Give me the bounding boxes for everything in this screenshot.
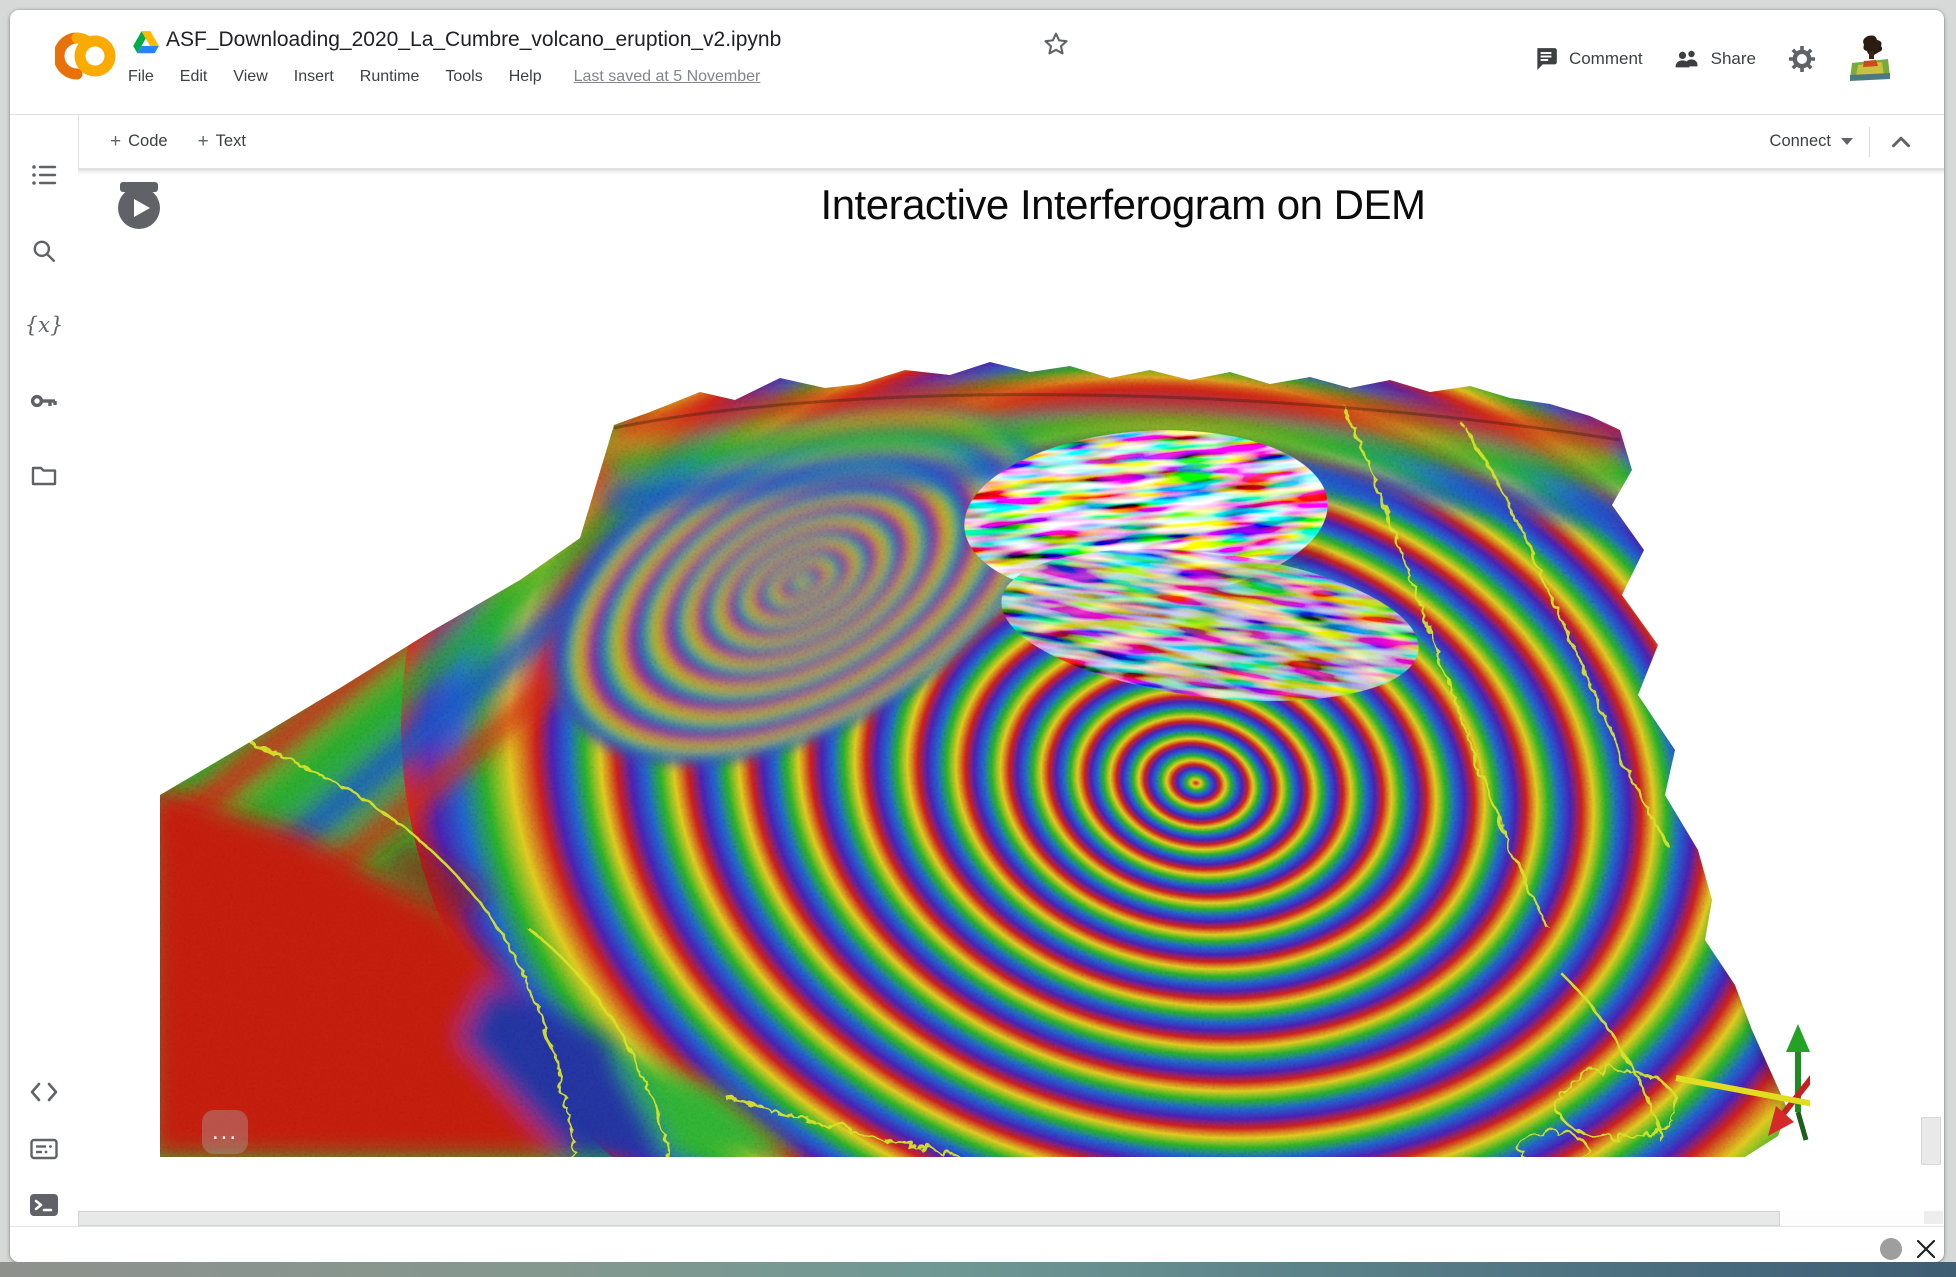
output-title: Interactive Interferogram on DEM bbox=[668, 181, 1578, 229]
status-dot-indicator bbox=[1880, 1238, 1902, 1260]
close-icon[interactable] bbox=[1914, 1237, 1938, 1261]
header: ASF_Downloading_2020_La_Cumbre_volcano_e… bbox=[10, 10, 1944, 115]
command-palette-icon[interactable] bbox=[10, 1125, 78, 1173]
horizontal-scrollbar-track[interactable] bbox=[78, 1210, 1944, 1226]
volcano-avatar-image bbox=[1848, 35, 1892, 83]
settings-gear-icon[interactable] bbox=[1786, 43, 1818, 75]
run-cell-button[interactable] bbox=[118, 187, 160, 229]
left-sidebar: {x} bbox=[10, 115, 79, 1226]
share-button[interactable]: Share bbox=[1673, 47, 1756, 71]
connect-button[interactable]: Connect bbox=[1770, 132, 1853, 151]
code-snippets-icon[interactable] bbox=[10, 1068, 78, 1116]
menu-help[interactable]: Help bbox=[509, 68, 542, 86]
secrets-key-icon[interactable] bbox=[10, 377, 78, 425]
user-avatar[interactable] bbox=[1848, 35, 1892, 83]
vertical-scrollbar-thumb[interactable] bbox=[1921, 1117, 1941, 1165]
colab-window: ASF_Downloading_2020_La_Cumbre_volcano_e… bbox=[10, 10, 1944, 1262]
chevron-down-icon bbox=[1841, 138, 1853, 145]
notebook-scroll-area[interactable]: Interactive Interferogram on DEM bbox=[78, 169, 1944, 1210]
menu-insert[interactable]: Insert bbox=[294, 68, 334, 86]
terrain-surface bbox=[160, 280, 1810, 1160]
menu-edit[interactable]: Edit bbox=[180, 68, 208, 86]
desktop-edge-gradient bbox=[0, 1262, 1956, 1277]
scrollbar-corner bbox=[1924, 1211, 1943, 1224]
horizontal-scrollbar-thumb[interactable] bbox=[78, 1211, 1780, 1226]
add-text-label: Text bbox=[216, 132, 246, 151]
last-saved-link[interactable]: Last saved at 5 November bbox=[574, 68, 761, 86]
star-icon[interactable] bbox=[1042, 30, 1070, 58]
header-actions: Comment Share bbox=[1533, 36, 1892, 82]
menu-view[interactable]: View bbox=[233, 68, 267, 86]
comment-label: Comment bbox=[1569, 49, 1643, 69]
menu-file[interactable]: File bbox=[128, 68, 154, 86]
share-people-icon bbox=[1673, 47, 1701, 71]
menu-bar: File Edit View Insert Runtime Tools Help… bbox=[128, 62, 760, 92]
terminal-icon[interactable] bbox=[10, 1181, 78, 1229]
colab-logo[interactable] bbox=[55, 30, 117, 82]
files-folder-icon[interactable] bbox=[10, 451, 78, 499]
menu-tools[interactable]: Tools bbox=[445, 68, 482, 86]
more-options-button[interactable]: ... bbox=[202, 1110, 248, 1154]
collapse-header-chevron-icon[interactable] bbox=[1886, 127, 1916, 157]
drive-icon bbox=[132, 30, 160, 56]
comment-icon bbox=[1533, 46, 1559, 72]
add-text-button[interactable]: + Text bbox=[198, 131, 246, 153]
notebook-toolbar: + Code + Text Connect bbox=[78, 115, 1944, 169]
play-icon bbox=[118, 187, 160, 229]
table-of-contents-icon[interactable] bbox=[10, 151, 78, 199]
connect-label: Connect bbox=[1770, 132, 1831, 151]
menu-runtime[interactable]: Runtime bbox=[360, 68, 420, 86]
notebook-title[interactable]: ASF_Downloading_2020_La_Cumbre_volcano_e… bbox=[166, 28, 781, 52]
variables-icon[interactable]: {x} bbox=[10, 301, 78, 349]
plus-icon: + bbox=[110, 131, 121, 153]
add-code-label: Code bbox=[128, 132, 167, 151]
plus-icon: + bbox=[198, 131, 209, 153]
comment-button[interactable]: Comment bbox=[1533, 46, 1643, 72]
share-label: Share bbox=[1711, 49, 1756, 69]
toolbar-divider bbox=[1869, 127, 1870, 157]
interferogram-3d-view[interactable] bbox=[160, 280, 1810, 1160]
search-icon[interactable] bbox=[10, 227, 78, 275]
bottom-status-bar bbox=[10, 1226, 1944, 1262]
add-code-button[interactable]: + Code bbox=[110, 131, 168, 153]
